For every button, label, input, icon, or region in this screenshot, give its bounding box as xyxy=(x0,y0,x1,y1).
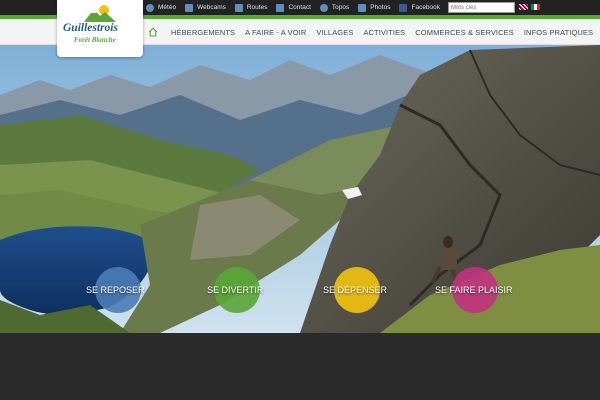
toplink-meteo[interactable]: Météo xyxy=(146,3,177,12)
toplink-photos[interactable]: Photos xyxy=(358,3,391,12)
facebook-icon xyxy=(399,3,408,12)
top-links: Météo Webcams Routes Contact Topos Photo… xyxy=(146,0,449,15)
toplink-label: Webcams xyxy=(197,4,226,11)
nav-activities[interactable]: ACTIVITIES xyxy=(358,28,410,37)
nav-a-faire-a-voir[interactable]: A FAIRE - A VOIR xyxy=(240,28,311,37)
mail-icon xyxy=(276,3,285,12)
map-pin-icon xyxy=(319,3,328,12)
photo-icon xyxy=(358,3,367,12)
nav-villages[interactable]: VILLAGES xyxy=(311,28,358,37)
toplink-label: Topos xyxy=(331,4,350,11)
italian-flag-icon[interactable] xyxy=(531,4,540,10)
nav-commerces-services[interactable]: COMMERCES & SERVICES xyxy=(410,28,519,37)
toplink-label: Routes xyxy=(246,4,268,11)
toplink-label: Photos xyxy=(370,4,391,11)
toplink-topos[interactable]: Topos xyxy=(319,3,350,12)
toplink-label: Contact xyxy=(288,4,311,11)
se-depenser-label[interactable]: SE DÉPENSER xyxy=(323,285,387,295)
toplink-label: Météo xyxy=(158,4,177,11)
logo-subtitle: Forêt Blanche xyxy=(74,36,116,44)
se-reposer-label[interactable]: SE REPOSER xyxy=(86,285,145,295)
nav-infos-pratiques[interactable]: INFOS PRATIQUES xyxy=(519,28,598,37)
mountain-sun-icon xyxy=(84,5,116,22)
toplink-label: Facebook xyxy=(411,4,441,11)
toplink-routes[interactable]: Routes xyxy=(234,3,268,12)
toplink-facebook[interactable]: Facebook xyxy=(399,3,441,12)
page-footer xyxy=(0,333,600,400)
english-flag-icon[interactable] xyxy=(519,4,528,10)
nav-hebergements[interactable]: HÉBERGEMENTS xyxy=(166,28,240,37)
search-input[interactable] xyxy=(448,2,515,13)
site-logo[interactable]: Guillestrois Forêt Blanche xyxy=(57,0,143,57)
toplink-contact[interactable]: Contact xyxy=(276,3,311,12)
weather-icon xyxy=(146,3,154,12)
road-icon xyxy=(234,3,243,12)
toplink-webcams[interactable]: Webcams xyxy=(185,3,226,12)
logo-title: Guillestrois xyxy=(63,22,118,34)
main-nav: HÉBERGEMENTS A FAIRE - A VOIR VILLAGES A… xyxy=(148,19,598,45)
se-divertir-label[interactable]: SE DIVERTIR xyxy=(207,285,263,295)
webcam-icon xyxy=(185,3,194,12)
se-faire-plaisir-label[interactable]: SE FAIRE PLAISIR xyxy=(435,285,513,295)
home-icon[interactable] xyxy=(148,27,158,37)
